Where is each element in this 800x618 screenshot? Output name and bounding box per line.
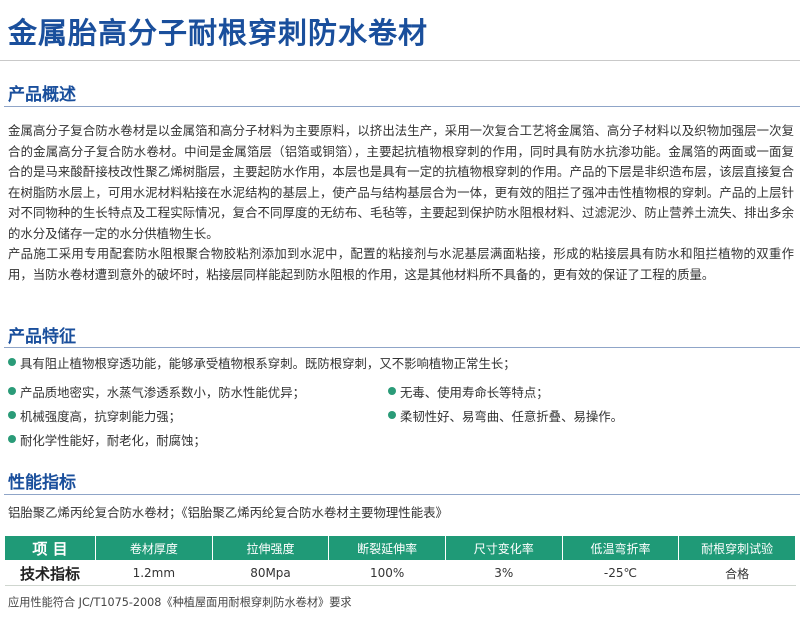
feature-text: 机械强度高，抗穿刺能力强； — [20, 409, 182, 424]
table-cell: 80Mpa — [212, 560, 329, 586]
feature-text: 具有阻止植物根穿透功能，能够承受植物根系穿刺。既防根穿刺，又不影响植物正常生长； — [20, 356, 516, 371]
column-header: 项 目 — [4, 535, 96, 561]
performance-description: 铝胎聚乙烯丙纶复合防水卷材；《铝胎聚乙烯丙纶复合防水卷材主要物理性能表》 — [8, 505, 448, 520]
feature-item: 耐化学性能好，耐老化，耐腐蚀； — [6, 431, 206, 449]
feature-text: 无毒、使用寿命长等特点； — [400, 385, 549, 400]
feature-item: 无毒、使用寿命长等特点； — [386, 383, 549, 401]
bullet-icon — [8, 411, 16, 419]
table-row: 技术指标 1.2mm 80Mpa 100% 3% -25℃ 合格 — [4, 560, 796, 586]
spec-table: 项 目 卷材厚度 拉伸强度 断裂延伸率 尺寸变化率 低温弯折率 耐根穿刺试验 技… — [4, 535, 796, 586]
feature-item: 机械强度高，抗穿刺能力强； — [6, 407, 181, 425]
title-divider — [0, 60, 800, 61]
column-header: 耐根穿刺试验 — [678, 535, 796, 561]
overview-divider — [4, 106, 800, 107]
column-header: 卷材厚度 — [95, 535, 213, 561]
table-cell: -25℃ — [562, 560, 679, 586]
column-header: 尺寸变化率 — [444, 535, 563, 561]
feature-item: 产品质地密实，水蒸气渗透系数小，防水性能优异； — [6, 383, 305, 401]
feature-text: 产品质地密实，水蒸气渗透系数小，防水性能优异； — [20, 385, 305, 400]
bullet-icon — [8, 358, 16, 366]
feature-text: 耐化学性能好，耐老化，耐腐蚀； — [20, 433, 206, 448]
column-header: 断裂延伸率 — [328, 535, 446, 561]
performance-heading: 性能指标 — [8, 473, 76, 493]
table-cell: 1.2mm — [95, 560, 213, 586]
bullet-icon — [388, 387, 396, 395]
feature-item: 柔韧性好、易弯曲、任意折叠、易操作。 — [386, 407, 623, 425]
features-heading: 产品特征 — [8, 327, 76, 347]
feature-item: 具有阻止植物根穿透功能，能够承受植物根系穿刺。既防根穿刺，又不影响植物正常生长； — [6, 354, 516, 372]
overview-heading: 产品概述 — [8, 85, 76, 105]
table-cell: 合格 — [678, 560, 796, 586]
overview-paragraph-2: 产品施工采用专用配套防水阻根聚合物胶粘剂添加到水泥中，配置的粘接剂与水泥基层满面… — [8, 246, 794, 282]
performance-divider — [4, 494, 800, 495]
column-header: 低温弯折率 — [561, 535, 680, 561]
table-header-row: 项 目 卷材厚度 拉伸强度 断裂延伸率 尺寸变化率 低温弯折率 耐根穿刺试验 — [4, 535, 796, 561]
bullet-icon — [8, 387, 16, 395]
page-title: 金属胎高分子耐根穿刺防水卷材 — [8, 16, 429, 50]
table-cell: 100% — [328, 560, 446, 586]
overview-paragraph-1: 金属高分子复合防水卷材是以金属箔和高分子材料为主要原料，以挤出法生产，采用一次复… — [8, 123, 794, 241]
table-cell: 3% — [445, 560, 563, 586]
bullet-icon — [388, 411, 396, 419]
standard-footnote: 应用性能符合 JC/T1075-2008《种植屋面用耐根穿刺防水卷材》要求 — [8, 596, 352, 609]
column-header: 拉伸强度 — [211, 535, 330, 561]
bullet-icon — [8, 435, 16, 443]
feature-text: 柔韧性好、易弯曲、任意折叠、易操作。 — [400, 409, 624, 424]
table-cell: 技术指标 — [4, 560, 96, 586]
features-divider — [4, 347, 800, 348]
